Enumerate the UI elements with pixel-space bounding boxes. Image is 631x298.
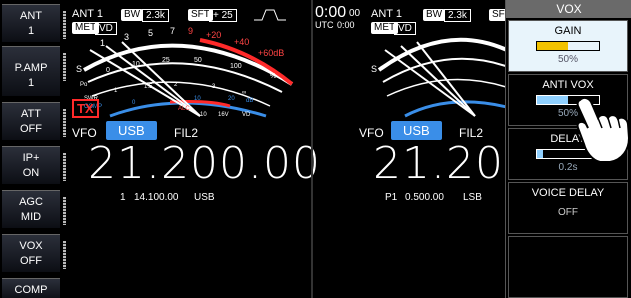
- tx-indicator: TX: [72, 99, 99, 118]
- comp-key-label: COMP: [14, 284, 48, 296]
- comp-mark-10: 10: [194, 96, 201, 102]
- vox-gain-label: GAIN: [554, 25, 582, 37]
- s-mark-plus40: +40: [234, 37, 249, 47]
- comp-mark-20: 20: [228, 96, 235, 102]
- s-mark-3: 3: [124, 32, 129, 42]
- ant-key-value: 1: [27, 25, 35, 37]
- vox-gain-item[interactable]: GAIN 50%: [508, 20, 628, 72]
- main-panel-left: ANT 1 BW 2.3k SFT + 25 MET VD S 1 3 5 7 …: [66, 0, 320, 298]
- agc-key-label: AGC: [19, 196, 43, 208]
- swr-mark-inf: ∞: [242, 90, 246, 96]
- analog-meter: S 1 3 5 7 9 +20 +40 +60dB Po 0 10 25 50 …: [76, 26, 294, 118]
- po-mark-100: 100: [230, 63, 242, 70]
- swr-mark-1-5: 1.5: [144, 84, 153, 90]
- vd-mark-16: 16V: [218, 112, 229, 118]
- po-mark-50: 50: [194, 57, 202, 64]
- att-key-value: OFF: [20, 123, 42, 135]
- analog-meter-2: S: [371, 37, 505, 118]
- ant-key-label: ANT: [20, 10, 42, 22]
- s-mark-1: 1: [100, 38, 105, 48]
- po-mark-25: 25: [162, 57, 170, 64]
- s-mark-5: 5: [148, 28, 153, 38]
- po-label: Po: [80, 82, 88, 88]
- comp-mark-0: 0: [132, 100, 136, 106]
- comp-db: dB: [246, 98, 253, 104]
- sub-mode-2: LSB: [463, 192, 482, 203]
- pointing-hand-icon: [576, 96, 631, 163]
- operating-frequency-2: 21.200.0: [373, 138, 505, 189]
- vox-key-label: VOX: [19, 240, 43, 252]
- voice-delay-label: VOICE DELAY: [531, 187, 605, 199]
- vd-mark-10: 10: [200, 112, 207, 118]
- main-panel-right: 0:00 00 UTC 0:00 ANT 1 BW 2.3k SF MET VD…: [313, 0, 505, 298]
- ant-key[interactable]: ANT 1: [2, 4, 66, 42]
- voice-delay-value: OFF: [558, 207, 578, 218]
- voice-delay-item[interactable]: VOICE DELAY OFF: [508, 182, 628, 234]
- s-mark-7: 7: [170, 26, 175, 36]
- sub-frequency: 14.100.00: [134, 192, 179, 203]
- ip-plus-key[interactable]: IP+ ON: [2, 146, 66, 184]
- s-mark-plus20: +20: [206, 30, 221, 40]
- agc-key[interactable]: AGC MID: [2, 190, 66, 228]
- s-mark-plus60: +60dB: [258, 48, 284, 58]
- po-mark-10: 10: [132, 61, 140, 68]
- vox-key-value: OFF: [20, 255, 42, 267]
- operating-frequency: 21.200.00: [88, 138, 321, 189]
- antenna-label: ANT 1: [72, 8, 103, 20]
- function-key-column: ANT 1 P.AMP 1 ATT OFF IP+ ON AGC MID VOX…: [0, 0, 66, 298]
- radio-display: ANT 1 P.AMP 1 ATT OFF IP+ ON AGC MID VOX…: [0, 0, 631, 298]
- s-label-2: S: [371, 64, 377, 74]
- pamp-key[interactable]: P.AMP 1: [2, 46, 66, 96]
- sub-vfo-number-2: P1: [385, 192, 398, 203]
- anti-vox-label: ANTI VOX: [542, 79, 594, 91]
- anti-vox-fill: [537, 96, 568, 104]
- utc-label: UTC: [315, 20, 334, 30]
- po-unit: %: [270, 73, 276, 80]
- vox-key[interactable]: VOX OFF: [2, 234, 66, 272]
- att-key-label: ATT: [21, 108, 41, 120]
- ip-plus-key-value: ON: [22, 167, 40, 179]
- empty-menu-slot: [508, 236, 628, 298]
- sub-mode: USB: [194, 192, 215, 203]
- vox-menu-title: VOX: [506, 0, 631, 18]
- po-mark-0: 0: [106, 67, 110, 74]
- s-mark-9: 9: [188, 26, 193, 36]
- s-label: S: [76, 64, 82, 74]
- att-key[interactable]: ATT OFF: [2, 102, 66, 140]
- vox-gain-fill: [537, 42, 568, 50]
- pamp-key-label: P.AMP: [14, 62, 48, 74]
- vd-scale-label: VD: [242, 112, 251, 118]
- alc-label: ALC: [178, 106, 190, 112]
- utc-time: 0:00: [337, 20, 355, 30]
- clock-seconds: 00: [349, 8, 361, 19]
- vox-delay-fill: [537, 150, 544, 158]
- ip-plus-key-label: IP+: [22, 152, 40, 164]
- vox-gain-value: 50%: [557, 54, 578, 65]
- antenna-label-2: ANT 1: [371, 8, 402, 20]
- vox-gain-bar: [536, 41, 600, 51]
- agc-key-value: MID: [20, 211, 42, 223]
- comp-key[interactable]: COMP: [2, 278, 60, 298]
- pamp-key-value: 1: [27, 77, 35, 89]
- sub-frequency-2: 0.500.00: [405, 192, 444, 203]
- sub-vfo-number: 1: [120, 192, 126, 203]
